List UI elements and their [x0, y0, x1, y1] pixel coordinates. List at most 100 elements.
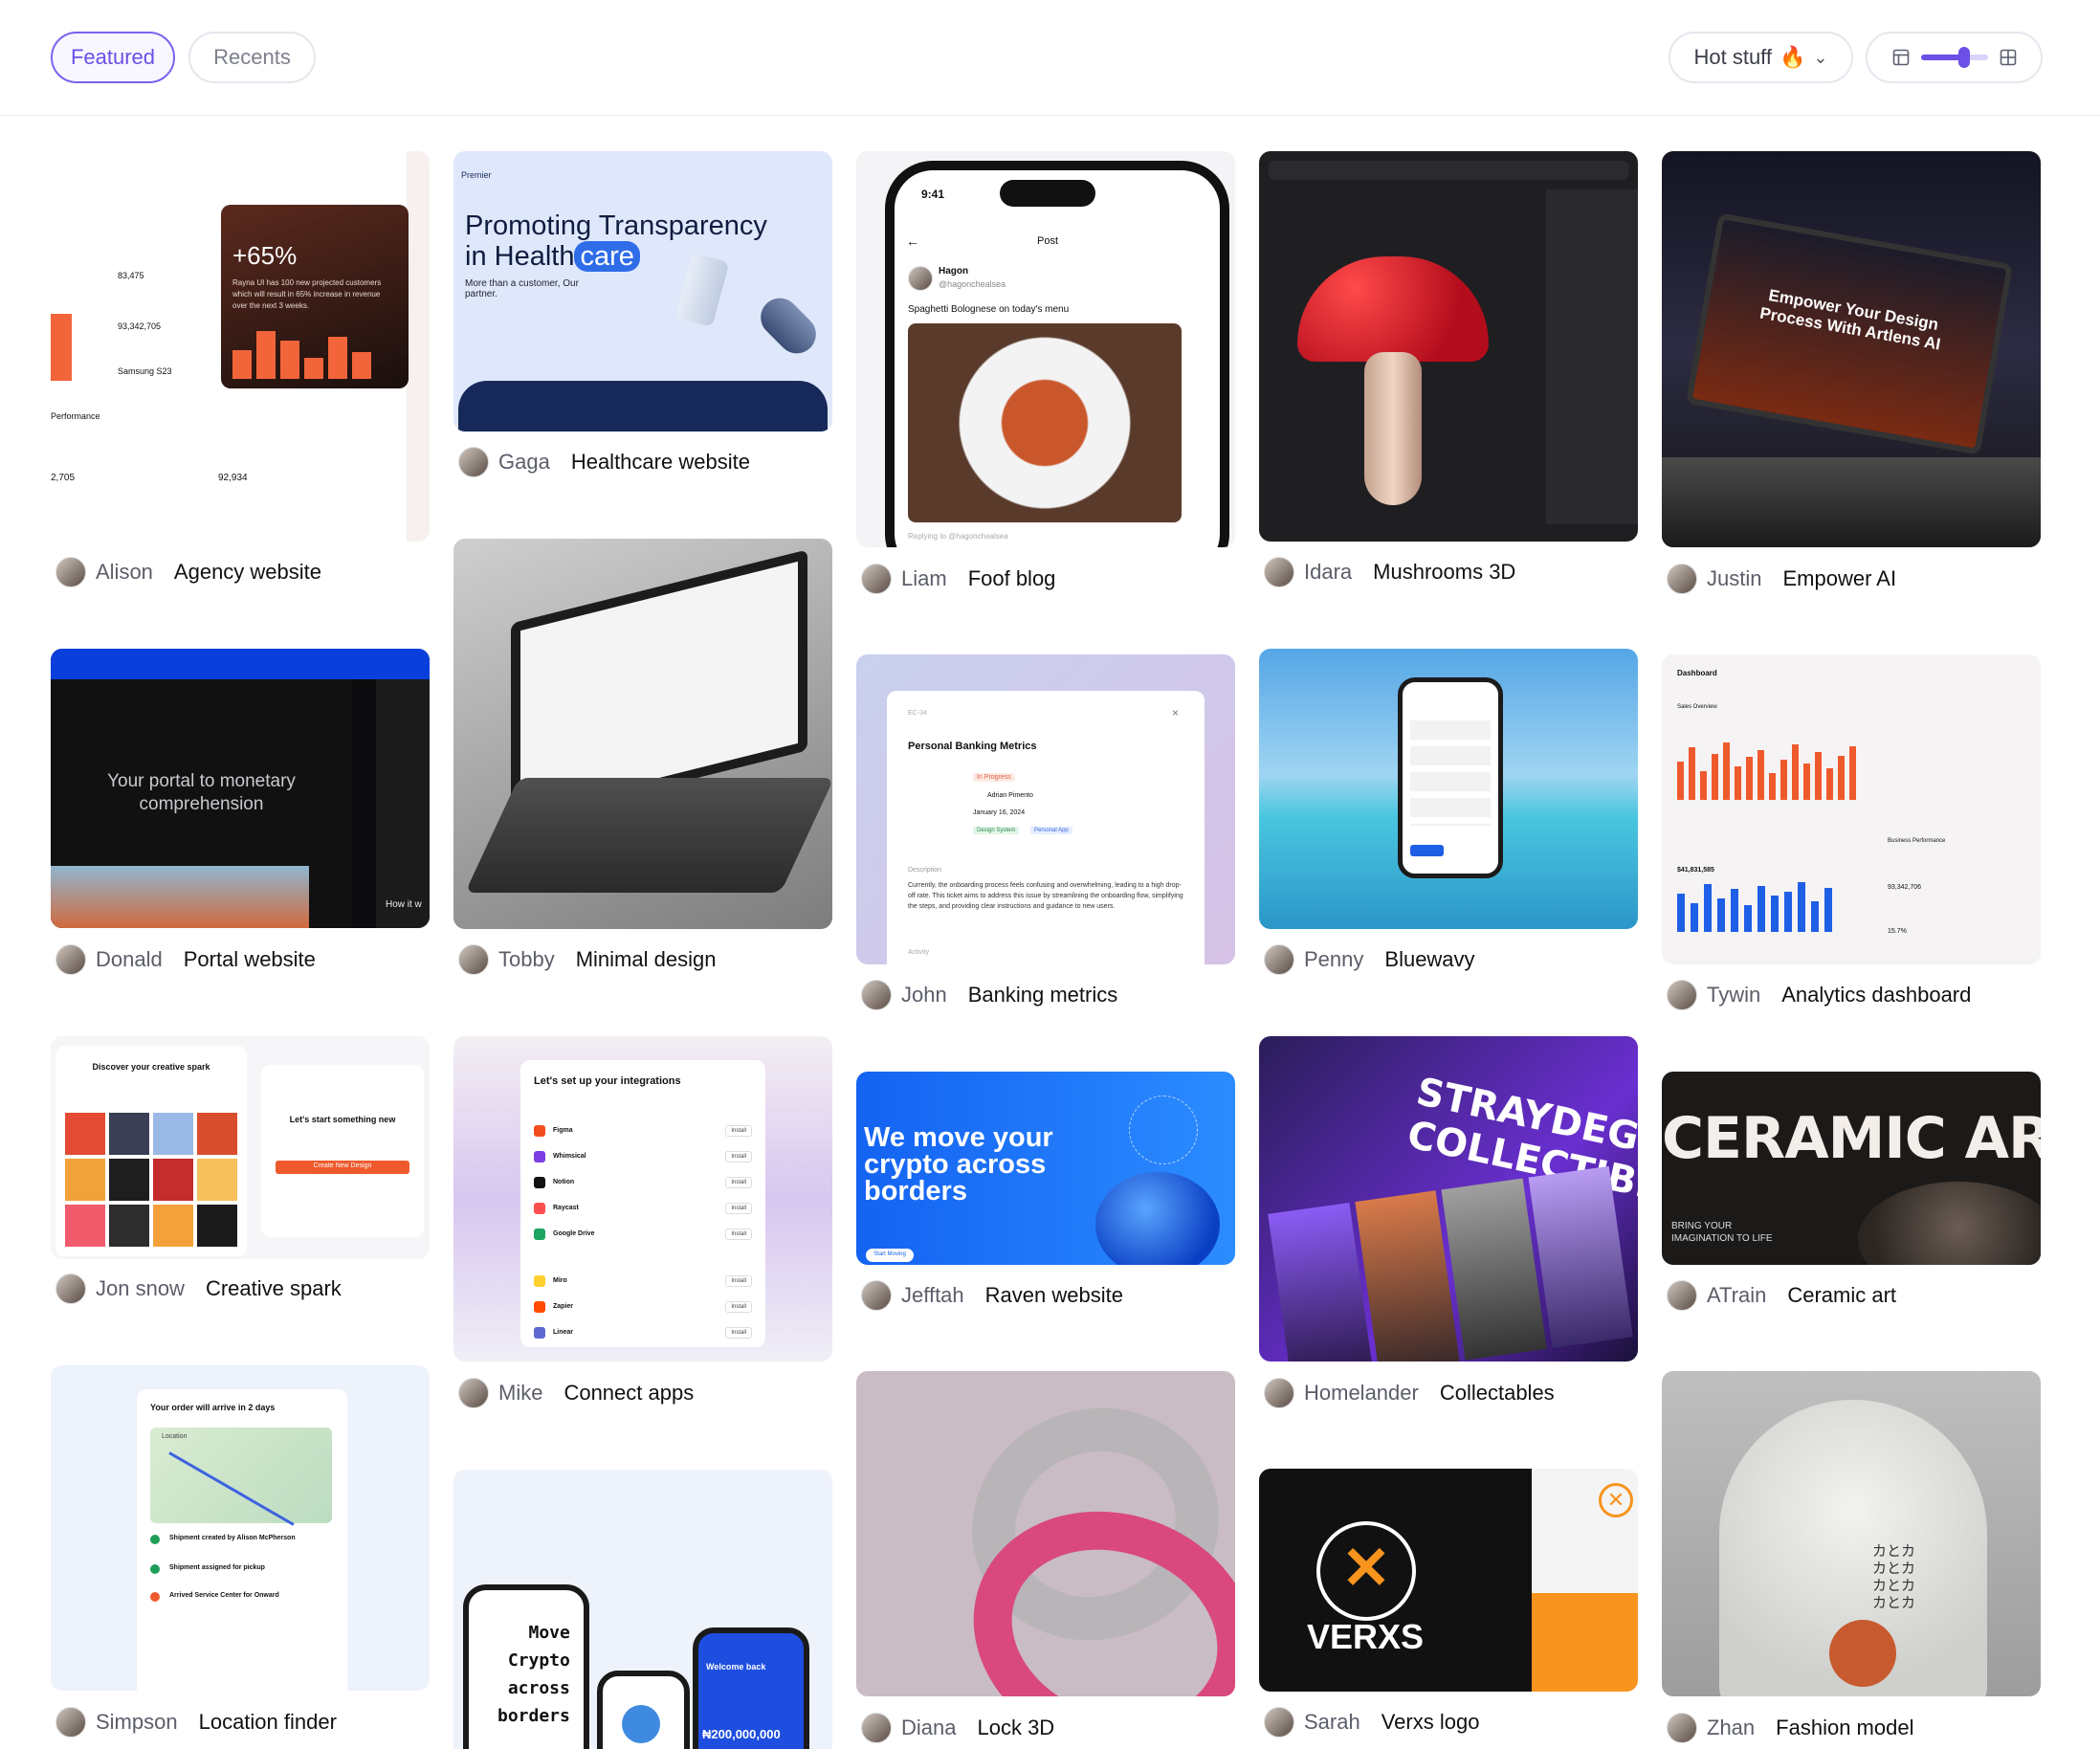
project-card-fashion[interactable]: カとカ カとカ カとカ カとカ: [1662, 1371, 2041, 1696]
project-card-creative[interactable]: Discover your creative spark Let's start…: [51, 1036, 430, 1259]
integration-row: Miro Install: [534, 1268, 752, 1294]
install-button[interactable]: Install: [725, 1176, 752, 1188]
author-name[interactable]: Tobby: [498, 947, 555, 972]
avatar[interactable]: [1264, 1707, 1294, 1738]
project-card-mushroom[interactable]: [1259, 151, 1638, 542]
project-card-bluewavy[interactable]: [1259, 649, 1638, 929]
avatar[interactable]: [861, 564, 892, 594]
project-card-agency[interactable]: +65% Rayna UI has 100 new projected cust…: [51, 151, 430, 542]
project-card-collectables[interactable]: STRAYDEGEN COLLECTIBLES: [1259, 1036, 1638, 1362]
avatar[interactable]: [1667, 980, 1697, 1010]
project-card-minimal[interactable]: [453, 539, 832, 929]
project-title[interactable]: Raven website: [985, 1283, 1123, 1308]
avatar[interactable]: [1264, 944, 1294, 975]
project-title[interactable]: Healthcare website: [571, 450, 750, 475]
project-title[interactable]: Ceramic art: [1787, 1283, 1896, 1308]
author-name[interactable]: ATrain: [1707, 1283, 1766, 1308]
create-design-button: Create New Design: [276, 1161, 409, 1174]
project-card-location[interactable]: Your order will arrive in 2 days Locatio…: [51, 1365, 430, 1691]
author-name[interactable]: Donald: [96, 947, 163, 972]
slider-handle[interactable]: [1958, 47, 1970, 68]
grid-large-icon[interactable]: [2000, 49, 2017, 66]
project-card-banking[interactable]: EC-34 × Personal Banking Metrics In Prog…: [856, 654, 1235, 964]
project-title[interactable]: Agency website: [174, 560, 321, 585]
author-name[interactable]: John: [901, 983, 947, 1007]
install-button[interactable]: Install: [725, 1150, 752, 1162]
author-name[interactable]: Penny: [1304, 947, 1363, 972]
hot-stuff-label: Hot stuff: [1693, 45, 1773, 69]
avatar[interactable]: [55, 1273, 86, 1304]
avatar[interactable]: [458, 447, 489, 477]
author-name[interactable]: Gaga: [498, 450, 550, 475]
project-title[interactable]: Foof blog: [968, 566, 1056, 591]
project-title[interactable]: Location finder: [199, 1710, 337, 1735]
install-button[interactable]: Install: [725, 1202, 752, 1214]
project-title[interactable]: Banking metrics: [968, 983, 1118, 1007]
avatar[interactable]: [1264, 557, 1294, 587]
project-title[interactable]: Minimal design: [576, 947, 717, 972]
avatar[interactable]: [55, 944, 86, 975]
avatar[interactable]: [55, 557, 86, 587]
tab-recents[interactable]: Recents: [188, 32, 316, 83]
avatar[interactable]: [861, 1280, 892, 1311]
author-name[interactable]: Alison: [96, 560, 153, 585]
project-title[interactable]: Collectables: [1440, 1381, 1555, 1406]
create-design-label: Create New Design: [313, 1162, 372, 1169]
avatar[interactable]: [1667, 564, 1697, 594]
author-name[interactable]: Jon snow: [96, 1276, 185, 1301]
project-card-ceramic[interactable]: CERAMIC ART BRING YOUR IMAGINATION TO LI…: [1662, 1072, 2041, 1265]
grid-small-icon[interactable]: [1892, 49, 1910, 66]
grid-size-slider[interactable]: [1920, 47, 1988, 68]
project-title[interactable]: Verxs logo: [1382, 1710, 1480, 1735]
project-card-raven[interactable]: We move your crypto across borders Start…: [856, 1072, 1235, 1265]
author-name[interactable]: Justin: [1707, 566, 1761, 591]
project-title[interactable]: Creative spark: [206, 1276, 342, 1301]
author-name[interactable]: Homelander: [1304, 1381, 1419, 1406]
project-title[interactable]: Empower AI: [1782, 566, 1896, 591]
author-name[interactable]: Zhan: [1707, 1716, 1755, 1740]
avatar[interactable]: [1667, 1713, 1697, 1743]
project-title[interactable]: Portal website: [184, 947, 316, 972]
author-name[interactable]: Simpson: [96, 1710, 178, 1735]
install-button[interactable]: Install: [725, 1300, 752, 1313]
ceramic-sub-2: IMAGINATION TO LIFE: [1671, 1233, 1773, 1244]
author-name[interactable]: Idara: [1304, 560, 1352, 585]
author-name[interactable]: Liam: [901, 566, 947, 591]
avatar[interactable]: [458, 1378, 489, 1408]
install-button[interactable]: Install: [725, 1274, 752, 1287]
project-title[interactable]: Mushrooms 3D: [1373, 560, 1515, 585]
project-title[interactable]: Fashion model: [1776, 1716, 1913, 1740]
install-button[interactable]: Install: [725, 1124, 752, 1137]
avatar[interactable]: [1667, 1280, 1697, 1311]
project-card-portal[interactable]: Your portal to monetary comprehension Ho…: [51, 649, 430, 928]
crypto-line-3: across: [507, 1678, 570, 1698]
project-card-analytics[interactable]: Dashboard Sales Overview $41,831,585 Bus…: [1662, 654, 2041, 964]
install-button[interactable]: Install: [725, 1326, 752, 1339]
project-card-food[interactable]: 9:41 Post ← Hagon @hagonchealsea Spaghet…: [856, 151, 1235, 547]
project-card-healthcare[interactable]: Premier Promoting Transparency in Health…: [453, 151, 832, 432]
tab-featured[interactable]: Featured: [51, 32, 175, 83]
project-title[interactable]: Lock 3D: [977, 1716, 1054, 1740]
project-title[interactable]: Connect apps: [564, 1381, 694, 1406]
project-card-crypto-app[interactable]: Move Crypto across borders Welcome back …: [453, 1470, 832, 1749]
author-name[interactable]: Diana: [901, 1716, 956, 1740]
author-name[interactable]: Tywin: [1707, 983, 1760, 1007]
install-button[interactable]: Install: [725, 1228, 752, 1240]
avatar[interactable]: [861, 1713, 892, 1743]
project-card-connect[interactable]: Let's set up your integrations Figma Inst…: [453, 1036, 832, 1362]
insight-panel: +65% Rayna UI has 100 new projected cust…: [221, 205, 409, 388]
author-name[interactable]: Mike: [498, 1381, 542, 1406]
project-title[interactable]: Bluewavy: [1384, 947, 1474, 972]
avatar[interactable]: [1264, 1378, 1294, 1408]
author-name[interactable]: Jefftah: [901, 1283, 964, 1308]
avatar[interactable]: [55, 1707, 86, 1738]
project-card-verxs[interactable]: ✕ VERXS ✕: [1259, 1469, 1638, 1692]
verxs-dark-panel: ✕ VERXS: [1259, 1469, 1532, 1692]
avatar[interactable]: [861, 980, 892, 1010]
project-title[interactable]: Analytics dashboard: [1781, 983, 1971, 1007]
avatar[interactable]: [458, 944, 489, 975]
project-card-lock3d[interactable]: [856, 1371, 1235, 1696]
project-card-empower[interactable]: Empower Your Design Process With Artlens…: [1662, 151, 2041, 547]
hot-stuff-dropdown[interactable]: Hot stuff 🔥 ⌄: [1669, 32, 1853, 83]
author-name[interactable]: Sarah: [1304, 1710, 1360, 1735]
